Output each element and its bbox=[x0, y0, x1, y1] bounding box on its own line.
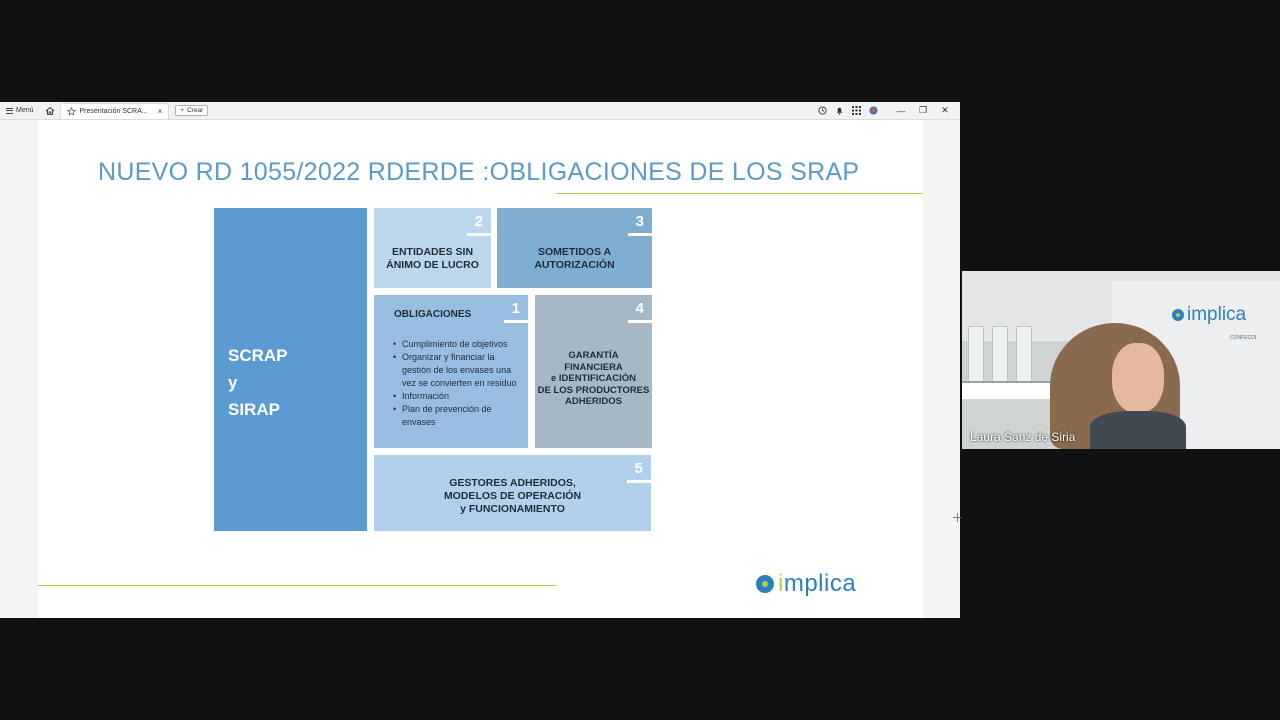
box-number: 5 bbox=[634, 460, 643, 477]
box-text-line: MODELOS DE OPERACIÓN bbox=[443, 490, 582, 502]
box-gestores: 5 GESTORES ADHERIDOS, MODELOS DE OPERACI… bbox=[374, 455, 651, 531]
participant-video[interactable]: implica CONFECOI Laura Sanz de Siria bbox=[962, 271, 1280, 449]
box-text-line: e IDENTIFICACIÓN bbox=[551, 373, 636, 384]
minimize-button[interactable]: — bbox=[894, 106, 908, 116]
hamburger-icon bbox=[6, 107, 13, 114]
box-number: 2 bbox=[474, 213, 483, 230]
shared-screen-window: Menú Presentación SCRA... × + Crear — ❐ … bbox=[0, 102, 962, 618]
office-window bbox=[968, 326, 984, 386]
office-window bbox=[1016, 326, 1032, 386]
move-cursor-icon bbox=[953, 513, 962, 522]
box-garantia: 4 GARANTÍA FINANCIERA e IDENTIFICACIÓN D… bbox=[535, 295, 652, 448]
list-item: Información bbox=[393, 390, 523, 403]
tab-close-icon[interactable]: × bbox=[158, 107, 163, 116]
implica-logo: implica bbox=[756, 570, 856, 598]
tab-title: Presentación SCRA... bbox=[79, 107, 148, 115]
box-text-line: ADHERIDOS bbox=[564, 396, 622, 407]
office-desk bbox=[962, 381, 1052, 399]
box-entidades: 2 ENTIDADES SIN ÁNIMO DE LUCRO bbox=[374, 208, 491, 288]
box-scrap-sirap: SCRAP y SIRAP bbox=[214, 208, 367, 531]
logo-mark-icon bbox=[1172, 309, 1184, 321]
box-number: 3 bbox=[635, 213, 644, 230]
divider-line-top bbox=[556, 193, 923, 194]
big-box-line-2: y bbox=[228, 373, 238, 392]
webcam-logo-text: implica bbox=[1187, 304, 1247, 325]
big-box-line-1: SCRAP bbox=[228, 346, 288, 365]
home-icon bbox=[45, 106, 54, 115]
logo-mark-icon bbox=[756, 575, 774, 593]
participant-name: Laura Sanz de Siria bbox=[970, 430, 1076, 444]
slide-title: NUEVO RD 1055/2022 RDERDE :OBLIGACIONES … bbox=[98, 158, 860, 186]
browser-toolbar: Menú Presentación SCRA... × + Crear — ❐ … bbox=[0, 102, 960, 120]
person-face bbox=[1112, 343, 1164, 413]
box-text-line: ENTIDADES SIN bbox=[391, 246, 474, 258]
number-underline bbox=[628, 320, 652, 323]
list-item: Organizar y financiar la gestión de los … bbox=[393, 351, 523, 390]
profile-avatar-icon[interactable] bbox=[869, 106, 878, 115]
plus-icon: + bbox=[180, 107, 185, 114]
box-obligaciones: 1 OBLIGACIONES Cumplimiento de objetivos… bbox=[374, 295, 528, 448]
person-body bbox=[1090, 411, 1186, 449]
box-number: 1 bbox=[511, 300, 520, 317]
menu-button[interactable]: Menú bbox=[6, 104, 34, 118]
restore-button[interactable]: ❐ bbox=[916, 105, 930, 116]
box-sometidos: 3 SOMETIDOS A AUTORIZACIÓN bbox=[497, 208, 652, 288]
box-text-line: GARANTÍA bbox=[568, 350, 619, 361]
logo-text-rest: mplica bbox=[783, 570, 857, 597]
big-box-line-3: SIRAP bbox=[228, 400, 280, 419]
box-text-line: AUTORIZACIÓN bbox=[534, 259, 615, 271]
obligaciones-title: OBLIGACIONES bbox=[394, 309, 472, 320]
tab-presentation[interactable]: Presentación SCRA... × bbox=[59, 102, 170, 119]
create-button[interactable]: + Crear bbox=[175, 105, 209, 116]
list-item: Plan de prevención de envases bbox=[393, 403, 523, 429]
presentation-slide: NUEVO RD 1055/2022 RDERDE :OBLIGACIONES … bbox=[38, 120, 962, 618]
divider-line-bottom bbox=[38, 585, 556, 586]
box-text-line: ÁNIMO DE LUCRO bbox=[386, 259, 479, 271]
apps-grid-icon[interactable] bbox=[852, 106, 861, 115]
list-item: Cumplimiento de objetivos bbox=[393, 338, 523, 351]
webcam-logo-subtext: CONFECOI bbox=[1230, 335, 1257, 341]
office-window bbox=[992, 326, 1008, 386]
bell-icon[interactable] bbox=[835, 106, 844, 115]
webcam-implica-logo: implica bbox=[1172, 304, 1246, 326]
box-number: 4 bbox=[635, 300, 644, 317]
number-underline bbox=[467, 233, 491, 236]
obligaciones-list: Cumplimiento de objetivos Organizar y fi… bbox=[393, 338, 523, 429]
menu-label: Menú bbox=[16, 107, 34, 114]
create-label: Crear bbox=[187, 107, 204, 114]
box-text-line: GESTORES ADHERIDOS, bbox=[449, 477, 576, 489]
home-button[interactable] bbox=[44, 105, 56, 117]
box-text-line: y FUNCIONAMIENTO bbox=[460, 503, 565, 515]
box-text-line: SOMETIDOS A bbox=[537, 246, 612, 258]
number-underline bbox=[504, 320, 528, 323]
box-text-line: FINANCIERA bbox=[564, 361, 623, 373]
number-underline bbox=[628, 233, 652, 236]
star-icon bbox=[66, 106, 76, 116]
clock-icon[interactable] bbox=[818, 106, 827, 115]
box-text-line: DE LOS PRODUCTORES bbox=[537, 384, 650, 396]
close-window-button[interactable]: ✕ bbox=[938, 105, 952, 116]
